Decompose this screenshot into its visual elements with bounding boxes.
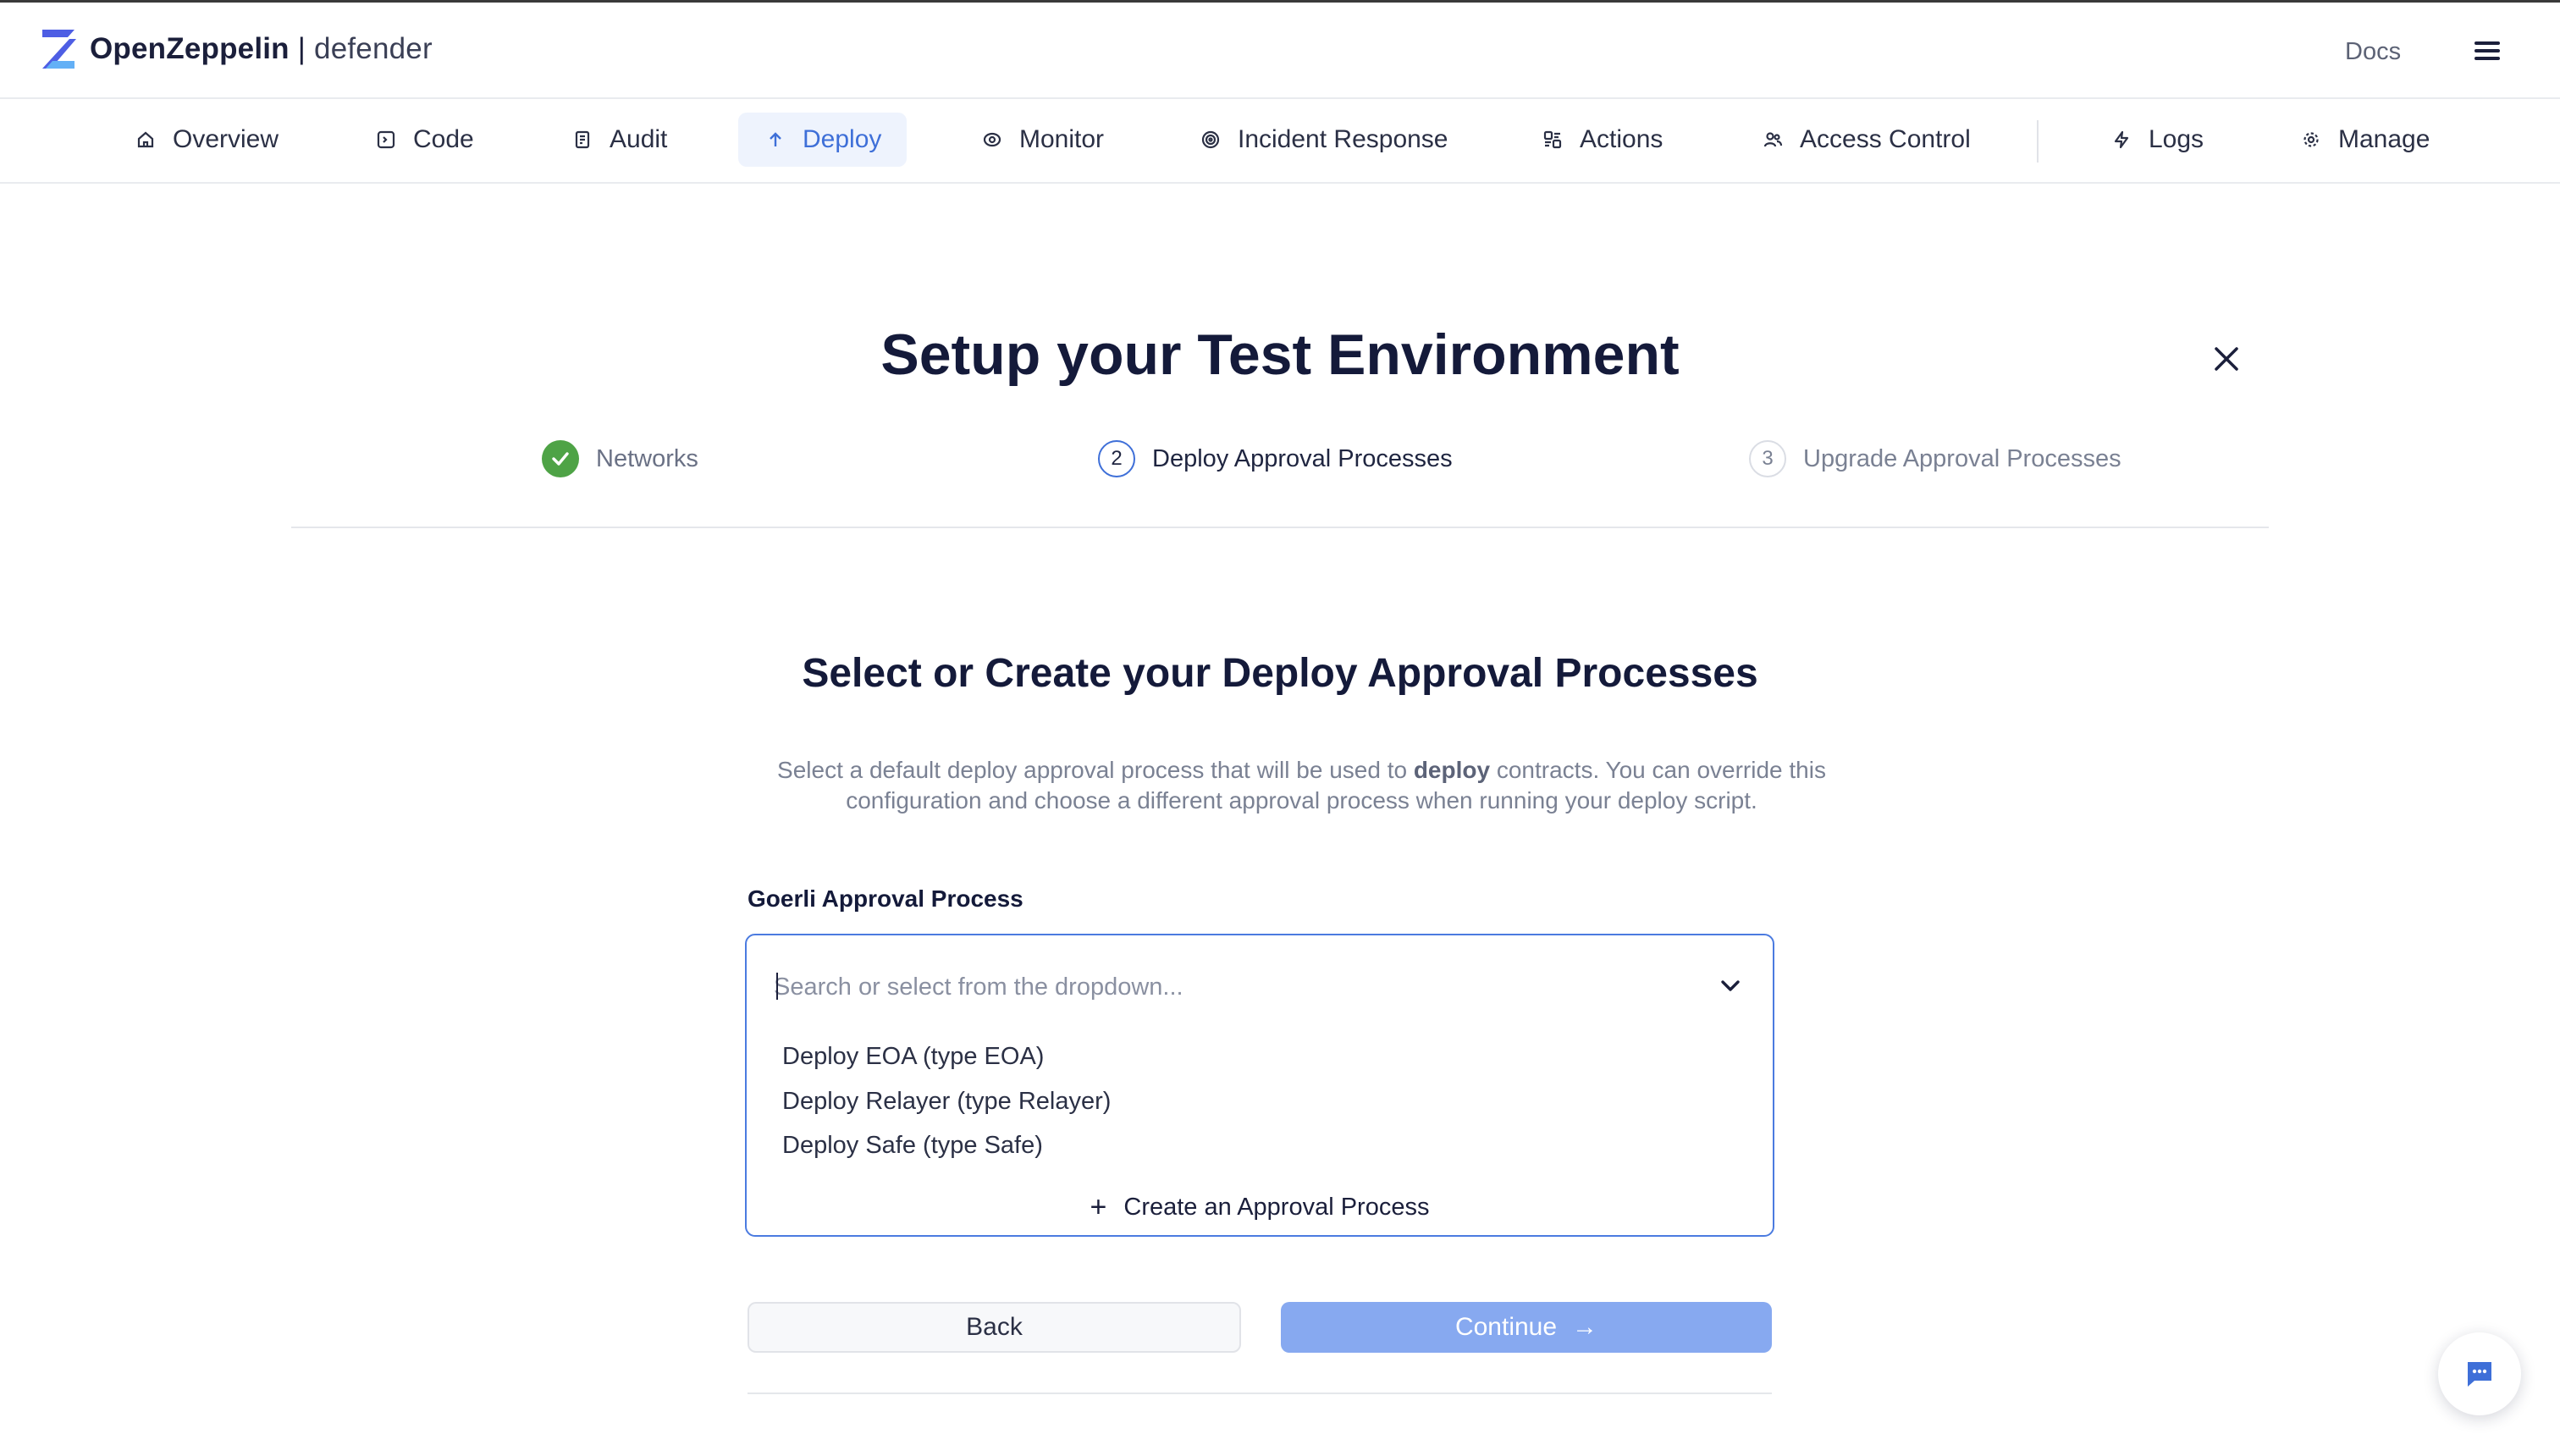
back-button[interactable]: Back	[748, 1302, 1241, 1353]
target-icon	[1199, 128, 1222, 152]
nav-label: Logs	[2149, 125, 2204, 153]
audit-icon	[571, 128, 594, 152]
nav-item-logs[interactable]: Logs	[2084, 113, 2229, 167]
description-emphasis: deploy	[1413, 757, 1491, 783]
nav-divider	[2037, 120, 2039, 163]
nav-label: Audit	[610, 125, 668, 153]
nav-item-audit[interactable]: Audit	[545, 113, 692, 167]
nav-label: Manage	[2338, 125, 2430, 153]
nav-label: Monitor	[1019, 125, 1105, 153]
approval-process-dropdown[interactable]: Deploy EOA (type EOA) Deploy Relayer (ty…	[745, 934, 1774, 1237]
step-number: 3	[1749, 440, 1786, 477]
section-description: Select a default deploy approval process…	[777, 757, 1826, 813]
home-icon	[134, 128, 157, 152]
dropdown-option-deploy-eoa[interactable]: Deploy EOA (type EOA)	[782, 1043, 1044, 1071]
dropdown-option-deploy-safe[interactable]: Deploy Safe (type Safe)	[782, 1132, 1043, 1160]
nav-item-incident-response[interactable]: Incident Response	[1173, 113, 1474, 167]
main-nav: Overview Code Audit Deploy Monitor Incid…	[0, 99, 2560, 184]
step-deploy-approval-processes[interactable]: 2 Deploy Approval Processes	[1098, 440, 1453, 477]
text-caret	[776, 973, 778, 1000]
nav-item-monitor[interactable]: Monitor	[955, 113, 1129, 167]
chevron-down-icon[interactable]	[1719, 978, 1742, 995]
step-upgrade-approval-processes[interactable]: 3 Upgrade Approval Processes	[1749, 440, 2121, 477]
nav-label: Incident Response	[1238, 125, 1448, 153]
check-icon	[542, 440, 579, 477]
step-label: Networks	[596, 444, 698, 472]
dropdown-option-deploy-relayer[interactable]: Deploy Relayer (type Relayer)	[782, 1088, 1111, 1116]
actions-icon	[1541, 128, 1564, 152]
close-icon[interactable]	[2211, 344, 2242, 374]
approval-process-label: Goerli Approval Process	[748, 885, 1023, 912]
step-label: Deploy Approval Processes	[1152, 444, 1453, 472]
nav-item-deploy[interactable]: Deploy	[738, 113, 908, 167]
create-approval-process-button[interactable]: + Create an Approval Process	[747, 1193, 1773, 1222]
wizard-title: Setup your Test Environment	[880, 323, 1680, 387]
nav-item-actions[interactable]: Actions	[1515, 113, 1688, 167]
section-title: Select or Create your Deploy Approval Pr…	[802, 651, 1758, 696]
nav-item-code[interactable]: Code	[349, 113, 499, 167]
hamburger-menu-icon[interactable]	[2470, 38, 2504, 65]
top-header: OpenZeppelin | defender Docs	[0, 0, 2560, 99]
nav-item-manage[interactable]: Manage	[2274, 113, 2455, 167]
brand-logo[interactable]: OpenZeppelin | defender	[39, 28, 433, 70]
step-label: Upgrade Approval Processes	[1803, 444, 2121, 472]
create-approval-process-label: Create an Approval Process	[1123, 1193, 1430, 1221]
nav-item-overview[interactable]: Overview	[108, 113, 304, 167]
brand-name: OpenZeppelin	[90, 32, 290, 65]
nav-label: Overview	[173, 125, 279, 153]
continue-label: Continue	[1454, 1313, 1558, 1341]
openzeppelin-logo-icon	[42, 30, 76, 69]
product-name: defender	[314, 32, 433, 65]
gear-icon	[2299, 128, 2323, 152]
users-icon	[1761, 128, 1785, 152]
nav-label: Actions	[1580, 125, 1663, 153]
nav-item-access-control[interactable]: Access Control	[1735, 113, 1996, 167]
code-icon	[374, 128, 398, 152]
chat-button[interactable]	[2438, 1332, 2521, 1415]
arrow-up-icon	[764, 128, 787, 152]
step-number: 2	[1098, 440, 1135, 477]
nav-label: Access Control	[1800, 125, 1971, 153]
continue-button[interactable]: Continue →	[1281, 1302, 1772, 1353]
wizard-steps: Networks 2 Deploy Approval Processes 3 U…	[0, 440, 2560, 491]
arrow-right-icon: →	[1572, 1313, 1598, 1341]
plus-icon: +	[1090, 1191, 1107, 1223]
steps-divider	[291, 527, 2269, 528]
nav-label: Code	[413, 125, 474, 153]
eye-icon	[980, 128, 1004, 152]
approval-process-search-input[interactable]	[774, 966, 1688, 1008]
brand-separator: |	[297, 32, 306, 65]
docs-link[interactable]: Docs	[2345, 38, 2401, 66]
bolt-icon	[2110, 128, 2133, 152]
step-networks[interactable]: Networks	[542, 440, 698, 477]
nav-label: Deploy	[803, 125, 882, 153]
footer-divider	[748, 1393, 1772, 1394]
chat-icon	[2468, 1362, 2491, 1387]
